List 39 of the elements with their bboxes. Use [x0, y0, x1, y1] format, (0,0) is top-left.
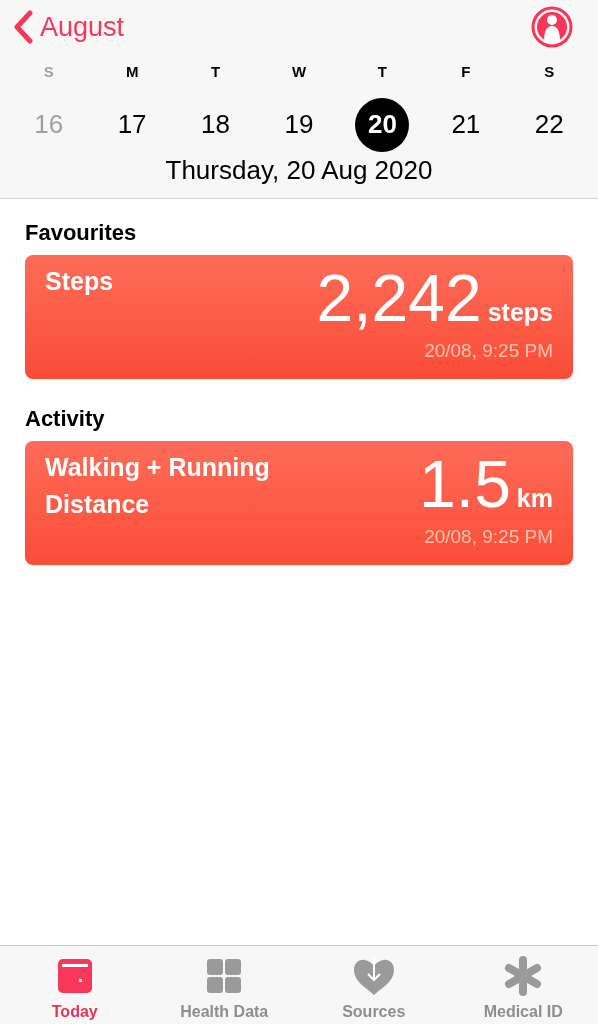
day-button[interactable]: 17: [105, 97, 160, 152]
day-button[interactable]: 19: [272, 97, 326, 152]
calendar-icon: [56, 958, 93, 994]
asterisk-icon: [503, 956, 544, 996]
day-button[interactable]: 21: [438, 97, 493, 152]
weekday-label: T: [210, 62, 221, 82]
chevron-left-icon: [12, 10, 34, 44]
profile-icon: [531, 6, 573, 48]
tab-bar-item[interactable]: Today: [0, 946, 150, 1024]
tab-bar-item[interactable]: Sources: [299, 946, 449, 1024]
timestamp: 20/08, 9:25 PM: [424, 524, 553, 549]
weekday-label: M: [125, 62, 139, 82]
weekday-label: F: [461, 62, 471, 82]
timestamp: 20/08, 9:25 PM: [424, 338, 553, 363]
metric-unit: steps: [487, 296, 553, 328]
tab-bar-item[interactable]: Medical ID: [448, 946, 598, 1024]
grid-icon: [206, 958, 243, 994]
metric-unit: km: [516, 482, 553, 514]
day-button[interactable]: 20: [355, 97, 410, 152]
weekday-label: T: [377, 62, 387, 82]
card-title: Walking + Running Distance: [45, 451, 271, 520]
day-button[interactable]: 16: [21, 97, 76, 152]
weekday-label: S: [544, 62, 555, 82]
tab-bar-item[interactable]: Health Data: [149, 946, 299, 1024]
metric-value: 2,242: [316, 262, 482, 333]
weekday-label: W: [291, 62, 307, 82]
section-title: Activity: [25, 404, 106, 433]
card-title: Steps: [45, 265, 115, 297]
weekday-label: S: [43, 62, 54, 82]
metric-value: 1.5: [419, 448, 511, 519]
back-button[interactable]: August: [12, 6, 125, 48]
day-button[interactable]: 22: [522, 97, 577, 152]
profile-button[interactable]: [531, 6, 573, 48]
section-title: Favourites: [25, 218, 138, 247]
metric-card[interactable]: Steps 2,242 steps 20/08, 9:25 PM: [25, 254, 573, 379]
day-button[interactable]: 18: [188, 97, 243, 152]
date-label: Thursday, 20 Aug 2020: [164, 153, 434, 187]
metric-card[interactable]: Walking + Running Distance 1.5 km 20/08, 9:25 PM: [25, 440, 573, 565]
heart-download-icon: [352, 956, 395, 996]
